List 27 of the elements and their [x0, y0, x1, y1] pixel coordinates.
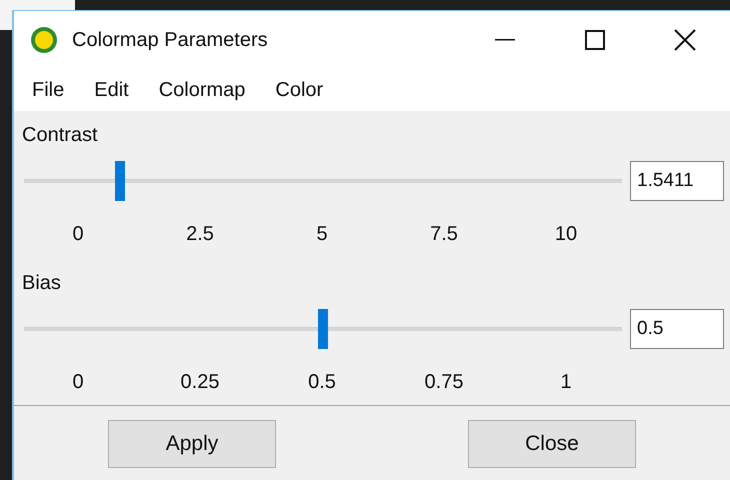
- tick-label: 7.5: [429, 222, 459, 246]
- menu-item[interactable]: Color: [271, 78, 328, 102]
- minimize-icon[interactable]: [495, 39, 515, 41]
- tick-label: 0: [71, 370, 85, 394]
- menu-item[interactable]: Colormap: [154, 78, 250, 102]
- app-icon: [30, 26, 58, 54]
- maximize-icon[interactable]: [585, 30, 605, 50]
- slider-label: Bias: [22, 271, 61, 296]
- close-icon[interactable]: [674, 29, 696, 51]
- slider-thumb[interactable]: [318, 309, 328, 350]
- menu-item[interactable]: Edit: [90, 78, 133, 102]
- slider-label: Contrast: [22, 123, 98, 148]
- tick-label: 1: [559, 370, 573, 394]
- value-field[interactable]: 1.5411: [630, 161, 724, 202]
- apply-button[interactable]: Apply: [108, 420, 276, 468]
- tick-label: 2.5: [185, 222, 215, 246]
- value-field[interactable]: 0.5: [630, 309, 724, 350]
- tick-label: 0.75: [424, 370, 464, 394]
- window-title: Colormap Parameters: [72, 28, 269, 52]
- tick-label: 10: [554, 222, 578, 246]
- menu-item[interactable]: File: [28, 78, 68, 102]
- close-button[interactable]: Close: [468, 420, 636, 468]
- tick-label: 0.25: [180, 370, 220, 394]
- tick-label: 5: [315, 222, 329, 246]
- slider-thumb[interactable]: [114, 161, 125, 202]
- tick-label: 0: [71, 222, 85, 246]
- tick-label: 0.5: [307, 370, 337, 394]
